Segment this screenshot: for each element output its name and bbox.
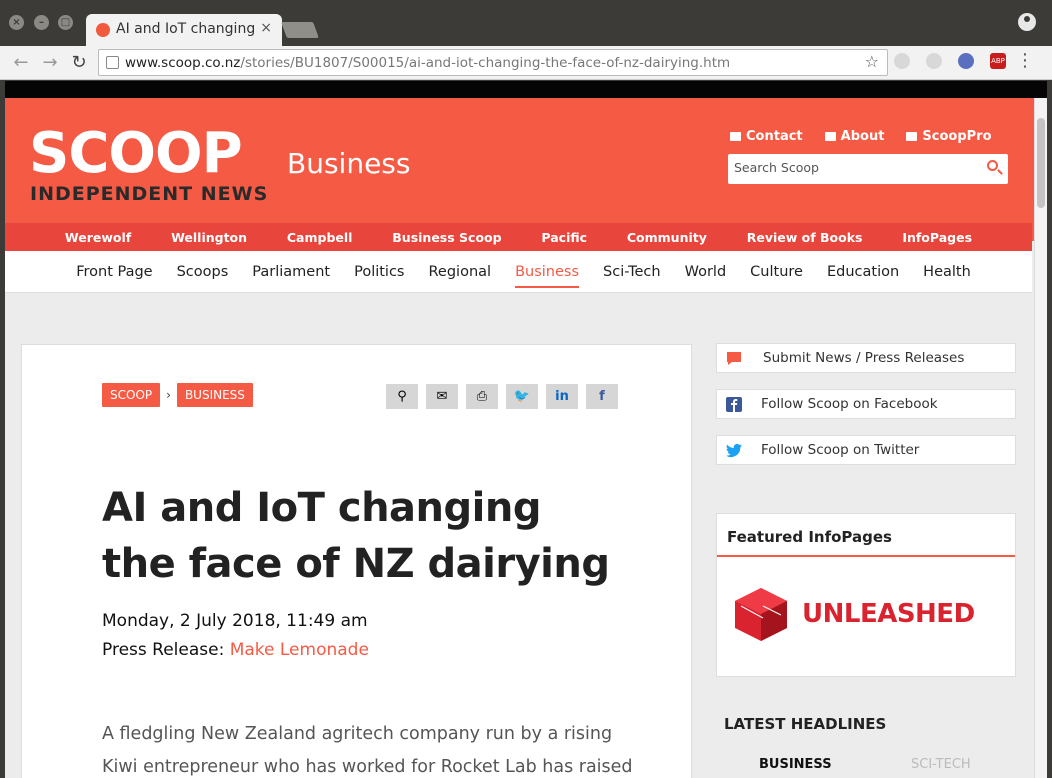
nav-item-politics[interactable]: Politics xyxy=(354,264,404,280)
featured-infopages: Featured InfoPages UNLEASHED xyxy=(716,513,1016,677)
adblock-icon[interactable]: ABP xyxy=(990,53,1006,69)
subnav-item-wellington[interactable]: Wellington xyxy=(171,230,247,245)
facebook-icon[interactable]: f xyxy=(586,384,618,409)
extension-icon-2[interactable] xyxy=(926,53,942,69)
divider xyxy=(717,555,1015,557)
extension-icon-3[interactable] xyxy=(958,53,974,69)
site-header: SCOOP INDEPENDENT NEWS Business Contact … xyxy=(5,98,1047,241)
article-body: A fledgling New Zealand agritech company… xyxy=(102,724,633,777)
email-icon[interactable]: ✉ xyxy=(426,384,458,409)
nav-item-parliament[interactable]: Parliament xyxy=(252,264,330,280)
follow-twitter-button[interactable]: Follow Scoop on Twitter xyxy=(716,435,1016,465)
submit-news-label: Submit News / Press Releases xyxy=(763,350,965,366)
subnav-item-community[interactable]: Community xyxy=(627,230,707,245)
chevron-right-icon: › xyxy=(166,388,171,402)
window-minimize-button[interactable]: – xyxy=(34,15,49,30)
follow-facebook-label: Follow Scoop on Facebook xyxy=(761,396,938,412)
new-tab-button[interactable] xyxy=(281,22,319,38)
profile-icon[interactable] xyxy=(1018,13,1036,31)
nav-item-scoops[interactable]: Scoops xyxy=(177,264,229,280)
contact-link[interactable]: Contact xyxy=(730,129,803,144)
subnav-item-review-of-books[interactable]: Review of Books xyxy=(747,230,863,245)
window-close-button[interactable]: × xyxy=(9,15,24,30)
subnav-item-business-scoop[interactable]: Business Scoop xyxy=(392,230,501,245)
latest-headlines-title: LATEST HEADLINES xyxy=(724,715,887,733)
linkedin-icon[interactable]: in xyxy=(546,384,578,409)
tab-business[interactable]: BUSINESS xyxy=(759,757,832,772)
main-navigation: Front Page Scoops Parliament Politics Re… xyxy=(5,251,1032,293)
article-headline: AI and IoT changing the face of NZ dairy… xyxy=(102,485,610,587)
print-icon[interactable]: ⎙ xyxy=(466,384,498,409)
scooppro-link[interactable]: ScoopPro xyxy=(906,129,992,144)
search-icon[interactable] xyxy=(987,160,998,171)
press-source-link[interactable]: Make Lemonade xyxy=(230,640,369,660)
about-link[interactable]: About xyxy=(824,129,884,144)
nav-item-culture[interactable]: Culture xyxy=(750,264,803,280)
featured-infopages-title: Featured InfoPages xyxy=(727,528,892,546)
plus-box-icon xyxy=(824,132,836,141)
subnav-item-werewolf[interactable]: Werewolf xyxy=(65,230,131,245)
tab-title: AI and IoT changing xyxy=(116,21,256,37)
briefcase-icon xyxy=(906,132,918,141)
twitter-bird-icon xyxy=(726,443,742,458)
search-input[interactable] xyxy=(734,160,974,175)
breadcrumb: SCOOP › BUSINESS xyxy=(102,383,253,407)
crumb-scoop[interactable]: SCOOP xyxy=(102,383,161,407)
browser-menu-icon[interactable]: ⋮ xyxy=(1016,52,1034,70)
subnav-item-pacific[interactable]: Pacific xyxy=(541,230,587,245)
nav-item-sci-tech[interactable]: Sci-Tech xyxy=(603,264,661,280)
nav-item-world[interactable]: World xyxy=(685,264,727,280)
facebook-icon xyxy=(726,397,742,412)
section-title: Business xyxy=(287,147,411,180)
browser-titlebar: × – □ AI and IoT changing × xyxy=(0,0,1052,46)
scoop-favicon-icon xyxy=(96,23,110,37)
latest-headlines-tabs: BUSINESS SCI-TECH xyxy=(716,755,1016,778)
subnav-item-campbell[interactable]: Campbell xyxy=(287,230,353,245)
nav-item-business[interactable]: Business xyxy=(515,264,580,288)
nav-item-education[interactable]: Education xyxy=(827,264,899,280)
subnav-item-infopages[interactable]: InfoPages xyxy=(902,230,972,245)
press-release-label: Press Release: xyxy=(102,640,225,660)
search-box xyxy=(728,154,1008,184)
page-info-icon[interactable] xyxy=(106,56,119,69)
unleashed-cube-icon[interactable] xyxy=(733,586,789,642)
article-date: Monday, 2 July 2018, 11:49 am xyxy=(102,611,368,631)
follow-twitter-label: Follow Scoop on Twitter xyxy=(761,442,920,458)
zoom-search-icon[interactable]: ⚲ xyxy=(386,384,418,409)
scrollbar-thumb[interactable] xyxy=(1037,118,1045,208)
nav-item-front-page[interactable]: Front Page xyxy=(76,264,152,280)
twitter-icon[interactable]: 🐦 xyxy=(506,384,538,409)
tab-sci-tech[interactable]: SCI-TECH xyxy=(911,757,971,772)
speech-bubble-icon xyxy=(727,352,741,365)
nav-item-health[interactable]: Health xyxy=(923,264,971,280)
window-maximize-button[interactable]: □ xyxy=(58,15,73,30)
reload-icon[interactable]: ↻ xyxy=(67,51,91,75)
logo-subtitle: INDEPENDENT NEWS xyxy=(30,183,269,205)
address-bar[interactable]: www.scoop.co.nz/stories/BU1807/S00015/ai… xyxy=(98,49,888,76)
crumb-business[interactable]: BUSINESS xyxy=(176,383,253,407)
envelope-icon xyxy=(730,132,741,141)
back-arrow-icon[interactable]: ← xyxy=(9,51,33,75)
page-viewport: SCOOP INDEPENDENT NEWS Business Contact … xyxy=(5,81,1047,778)
vertical-scrollbar[interactable] xyxy=(1034,98,1047,778)
extension-icon-1[interactable] xyxy=(894,53,910,69)
nav-item-regional[interactable]: Regional xyxy=(429,264,492,280)
unleashed-logo-text[interactable]: UNLEASHED xyxy=(802,599,975,629)
top-black-bar xyxy=(5,81,1047,98)
url-text: www.scoop.co.nz/stories/BU1807/S00015/ai… xyxy=(125,55,731,71)
press-release-line: Press Release: Make Lemonade xyxy=(102,640,369,660)
browser-tab[interactable]: AI and IoT changing × xyxy=(86,14,282,46)
scoop-logo[interactable]: SCOOP xyxy=(29,124,243,184)
submit-news-button[interactable]: Submit News / Press Releases xyxy=(716,343,1016,373)
forward-arrow-icon[interactable]: → xyxy=(38,51,62,75)
article-card: SCOOP › BUSINESS ⚲ ✉ ⎙ 🐦 in f AI and IoT… xyxy=(21,344,692,778)
bookmark-star-icon[interactable]: ☆ xyxy=(865,52,879,71)
tab-close-icon[interactable]: × xyxy=(260,20,272,36)
header-links: Contact About ScoopPro xyxy=(730,129,1010,144)
sub-navigation: Werewolf Wellington Campbell Business Sc… xyxy=(5,223,1032,251)
share-toolbar: ⚲ ✉ ⎙ 🐦 in f xyxy=(386,384,618,409)
follow-facebook-button[interactable]: Follow Scoop on Facebook xyxy=(716,389,1016,419)
